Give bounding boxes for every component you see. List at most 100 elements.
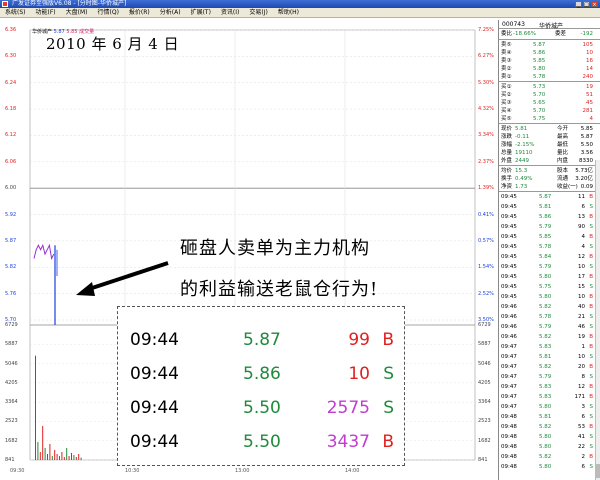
tick-volume: 3437 <box>326 432 370 452</box>
volume-tick-label: 3364 <box>478 399 491 406</box>
close-button[interactable]: × <box>591 1 598 8</box>
trade-row[interactable]: 09:48 5.80 6 S <box>499 463 600 471</box>
menu-analysis[interactable]: 分析(A) <box>155 8 186 18</box>
trade-row[interactable]: 09:45 5.80 10 B <box>499 293 600 301</box>
menu-info[interactable]: 资讯(I) <box>216 8 244 18</box>
volume-bar <box>54 449 56 460</box>
volume-bar <box>59 455 60 460</box>
trade-row[interactable]: 09:47 5.82 20 B <box>499 363 600 371</box>
menu-system[interactable]: 系统(S) <box>0 8 31 18</box>
trade-row[interactable]: 09:45 5.84 12 B <box>499 253 600 261</box>
trade-row[interactable]: 09:48 5.82 2 B <box>499 453 600 461</box>
trade-volume: 53 <box>578 424 585 430</box>
volume-bar <box>56 453 58 460</box>
trade-row[interactable]: 09:46 5.79 46 S <box>499 323 600 331</box>
trade-volume: 6 <box>581 464 586 470</box>
stat-label: 涨幅 <box>501 142 513 148</box>
percent-tick-label: 0.41% <box>478 211 494 218</box>
maximize-button[interactable]: □ <box>583 1 590 8</box>
price-tick-label: 5.82 <box>5 264 17 271</box>
trade-row[interactable]: 09:45 5.85 4 B <box>499 233 600 241</box>
menu-help[interactable]: 帮助(H) <box>273 8 304 18</box>
tick-direction: B <box>382 432 394 452</box>
stat-label: 现价 <box>501 126 513 132</box>
intraday-chart[interactable]: 华侨城产 5.87 5.85 成交量 2010 年 6 月 4 日 6.36 6.… <box>0 20 498 480</box>
trade-row[interactable]: 09:47 5.83 1 B <box>499 343 600 351</box>
trade-time: 09:47 <box>501 384 517 390</box>
buy-level-row: 买③ 5.65 45 <box>499 99 600 107</box>
stat-label: 最高 <box>557 134 569 140</box>
menu-trade[interactable]: 交易(J) <box>244 8 272 18</box>
volume-tick-label: 6729 <box>5 322 18 328</box>
trade-volume: 10 <box>578 264 585 270</box>
trade-direction: S <box>589 354 594 360</box>
trade-price: 5.83 <box>539 344 552 350</box>
trade-row[interactable]: 09:46 5.78 21 S <box>499 313 600 321</box>
trade-row[interactable]: 09:46 5.82 40 B <box>499 303 600 311</box>
stat-row: 换手 0.49% 流通 3.20亿 <box>499 175 600 183</box>
trade-direction: S <box>589 224 594 230</box>
trade-price: 5.81 <box>539 204 552 210</box>
trade-row[interactable]: 09:47 5.83 171 B <box>499 393 600 401</box>
trade-volume: 6 <box>581 414 586 420</box>
trade-volume: 1 <box>581 344 586 350</box>
trade-row[interactable]: 09:45 5.79 90 S <box>499 223 600 231</box>
tick-detail-popup: 09:44 5.87 99 B 09:44 5.86 10 S 09:44 5.… <box>117 306 405 466</box>
volume-tick-label: 6729 <box>478 322 491 328</box>
trade-row[interactable]: 09:48 5.82 53 B <box>499 423 600 431</box>
trade-time: 09:47 <box>501 374 517 380</box>
trade-row[interactable]: 09:45 5.75 15 S <box>499 283 600 291</box>
volume-bar <box>61 451 63 460</box>
percent-tick-label: 1.54% <box>478 264 494 271</box>
trade-row[interactable]: 09:48 5.81 6 S <box>499 413 600 421</box>
trade-row[interactable]: 09:47 5.79 8 S <box>499 373 600 381</box>
trade-list-scrollbar[interactable] <box>595 160 600 480</box>
trade-direction: S <box>589 324 594 330</box>
menu-market[interactable]: 大盘(M) <box>61 8 93 18</box>
trade-volume: 8 <box>581 374 586 380</box>
tick-direction: S <box>383 398 394 418</box>
price-tick-label: 5.76 <box>5 290 17 297</box>
price-tick-label: 5.92 <box>5 211 17 218</box>
tick-volume: 99 <box>348 330 370 350</box>
level-price: 5.80 <box>533 66 546 72</box>
minimize-button[interactable]: _ <box>575 1 582 8</box>
menu-quote[interactable]: 行情(Q) <box>93 8 124 18</box>
menu-report[interactable]: 报价(R) <box>124 8 155 18</box>
trade-row[interactable]: 09:45 5.86 13 B <box>499 213 600 221</box>
trade-row[interactable]: 09:47 5.80 3 S <box>499 403 600 411</box>
trade-row[interactable]: 09:48 5.80 41 S <box>499 433 600 441</box>
stat-row: 涨幅 -2.15% 最低 5.50 <box>499 141 600 149</box>
trade-volume: 11 <box>578 194 585 200</box>
trade-volume: 46 <box>578 324 585 330</box>
scrollbar-thumb[interactable] <box>596 464 600 478</box>
sell-level-row: 卖① 5.78 240 <box>499 73 600 81</box>
menu-function[interactable]: 功能(F) <box>31 8 61 18</box>
trade-time: 09:45 <box>501 244 517 250</box>
divider <box>499 165 600 166</box>
menu-extend[interactable]: 扩展(T) <box>186 8 216 18</box>
trade-time: 09:45 <box>501 284 517 290</box>
trade-price: 5.82 <box>539 304 552 310</box>
trade-row[interactable]: 09:45 5.78 4 S <box>499 243 600 251</box>
level-label: 买④ <box>501 108 512 114</box>
stock-code: 000743 <box>502 21 525 28</box>
stat-value: -2.15% <box>515 142 535 148</box>
stat-value: -0.11 <box>515 134 530 140</box>
trade-row[interactable]: 09:47 5.83 12 B <box>499 383 600 391</box>
trade-row[interactable]: 09:45 5.80 17 B <box>499 273 600 281</box>
trade-row[interactable]: 09:45 5.79 10 S <box>499 263 600 271</box>
trade-row[interactable]: 09:47 5.81 10 S <box>499 353 600 361</box>
stat-value: 3.56 <box>580 150 593 156</box>
trade-direction: B <box>589 254 593 260</box>
trade-row[interactable]: 09:45 5.87 11 B <box>499 193 600 201</box>
menu-bar: 系统(S) 功能(F) 大盘(M) 行情(Q) 报价(R) 分析(A) 扩展(T… <box>0 8 600 18</box>
stat-row: 现价 5.81 今开 5.85 <box>499 125 600 133</box>
trade-row[interactable]: 09:48 5.80 22 S <box>499 443 600 451</box>
window-controls: _ □ × <box>575 1 598 8</box>
volume-bar <box>49 443 51 460</box>
trade-row[interactable]: 09:46 5.82 19 B <box>499 333 600 341</box>
tick-row: 09:44 5.87 99 B <box>118 325 406 355</box>
trade-row[interactable]: 09:45 5.81 6 S <box>499 203 600 211</box>
level-volume: 281 <box>582 108 594 114</box>
